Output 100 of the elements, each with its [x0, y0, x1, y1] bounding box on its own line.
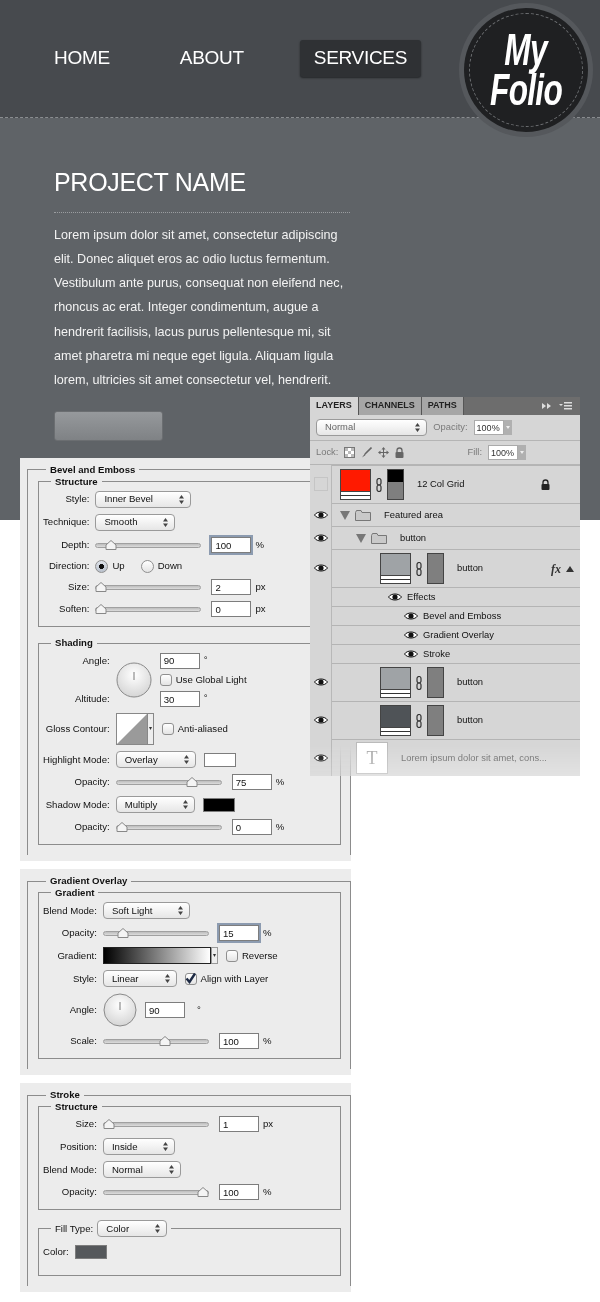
value-field[interactable]: 0 [231, 819, 272, 836]
effect-name[interactable]: Bevel and Emboss [423, 608, 502, 624]
value-field[interactable]: 15 [218, 925, 259, 942]
nav-link[interactable]: ABOUT [165, 40, 258, 77]
contour-preview[interactable] [115, 713, 154, 746]
expand-triangle-icon[interactable] [356, 533, 366, 543]
slider-thumb[interactable] [102, 1119, 115, 1130]
eye-icon[interactable] [313, 715, 328, 725]
layer-name[interactable]: button [457, 675, 484, 690]
layer-thumbnail[interactable] [380, 553, 411, 584]
panel-tab[interactable]: CHANNELS [358, 397, 422, 415]
slider-thumb[interactable] [196, 1187, 209, 1198]
brush-icon[interactable] [361, 447, 373, 458]
color-swatch[interactable] [203, 752, 236, 767]
slider-thumb[interactable] [104, 540, 117, 550]
layer-name[interactable]: button [400, 530, 427, 546]
slider[interactable] [115, 821, 222, 834]
dropdown[interactable]: Smooth [95, 514, 176, 531]
dropdown[interactable]: Normal [316, 419, 428, 436]
eye-icon[interactable] [313, 677, 328, 687]
checkerboard-icon[interactable] [344, 447, 356, 458]
gradient-preview[interactable] [102, 947, 211, 965]
dropdown[interactable]: Color [97, 1220, 168, 1238]
eye-icon[interactable] [388, 592, 402, 602]
slider-thumb[interactable] [159, 1036, 172, 1047]
eye-icon[interactable] [404, 611, 418, 621]
eye-icon[interactable] [404, 649, 418, 659]
slider[interactable] [95, 581, 202, 594]
field-label: Angle: [82, 654, 110, 669]
value-field[interactable]: 90 [144, 1002, 185, 1019]
slider[interactable] [95, 603, 202, 616]
slider-thumb[interactable] [95, 604, 108, 615]
effect-name[interactable]: Gradient Overlay [423, 627, 494, 643]
eye-icon[interactable] [313, 563, 328, 573]
layer-name[interactable]: button [457, 561, 484, 576]
layer-thumbnail[interactable] [380, 705, 411, 736]
dropdown[interactable]: Linear [102, 970, 177, 988]
value-field[interactable]: 100 [211, 537, 252, 553]
expand-triangle-icon[interactable] [340, 510, 350, 520]
angle-dial[interactable] [115, 662, 152, 699]
fill-field[interactable]: 100% [488, 445, 518, 460]
nav-link[interactable]: SERVICES [299, 40, 422, 77]
effect-name[interactable]: Effects [407, 589, 436, 605]
value-field[interactable]: 100 [218, 1184, 259, 1201]
dropdown[interactable]: Inner Bevel [95, 491, 191, 508]
effect-name[interactable]: Stroke [423, 646, 451, 662]
checkbox[interactable] [225, 949, 238, 962]
lock-icon[interactable] [395, 447, 405, 458]
value-field[interactable]: 75 [231, 774, 272, 791]
layer-name[interactable]: 12 Col Grid [417, 477, 465, 492]
layer-thumbnail[interactable] [380, 667, 411, 698]
checkbox[interactable] [184, 972, 197, 985]
caret-icon[interactable] [210, 947, 218, 965]
fast-forward-icon[interactable] [542, 403, 551, 409]
slider[interactable] [102, 927, 209, 940]
radio-button[interactable] [140, 559, 154, 573]
layer-name[interactable]: Featured area [384, 507, 443, 523]
collapse-triangle-icon[interactable] [566, 565, 574, 572]
dropdown-stub-icon[interactable] [518, 445, 526, 460]
slider-thumb[interactable] [116, 928, 129, 939]
panel-tab[interactable]: LAYERS [310, 397, 359, 415]
value-field[interactable]: 90 [159, 652, 200, 669]
dropdown[interactable]: Multiply [115, 796, 196, 814]
dropdown[interactable]: Soft Light [102, 902, 191, 920]
dropdown[interactable]: Overlay [115, 751, 196, 769]
slider-thumb[interactable] [115, 822, 128, 833]
layer-thumbnail[interactable] [340, 469, 371, 500]
blank-button[interactable] [54, 410, 163, 441]
slider[interactable] [115, 776, 222, 789]
slider[interactable] [102, 1186, 209, 1199]
slider-thumb[interactable] [186, 777, 199, 788]
checkbox[interactable] [161, 723, 174, 736]
nav-link[interactable]: HOME [40, 40, 124, 77]
opacity-field[interactable]: 100% [473, 420, 504, 435]
value-field[interactable]: 30 [159, 691, 200, 708]
field-label: Angle: [69, 1003, 97, 1018]
value-field[interactable]: 100 [218, 1033, 259, 1050]
dropdown[interactable]: Inside [102, 1138, 176, 1156]
eye-icon[interactable] [404, 630, 418, 640]
dropdown-stub-icon[interactable] [503, 420, 512, 435]
value-field[interactable]: 2 [211, 579, 252, 596]
eye-icon[interactable] [313, 509, 328, 520]
slider[interactable] [102, 1118, 209, 1131]
angle-dial[interactable] [102, 993, 137, 1028]
move-icon[interactable] [378, 447, 390, 458]
slider[interactable] [102, 1035, 209, 1048]
field-label: Blend Mode: [43, 1162, 97, 1177]
color-swatch[interactable] [203, 797, 236, 812]
eye-icon[interactable] [313, 532, 328, 543]
radio-button[interactable] [95, 559, 109, 573]
color-swatch[interactable] [74, 1245, 107, 1260]
dropdown[interactable]: Normal [102, 1161, 181, 1179]
eye-icon[interactable] [313, 752, 328, 763]
checkbox[interactable] [159, 674, 172, 687]
layer-name[interactable]: button [457, 713, 484, 728]
value-field[interactable]: 1 [218, 1116, 259, 1133]
slider-thumb[interactable] [95, 582, 108, 593]
value-field[interactable]: 0 [211, 601, 252, 618]
panel-menu-icon[interactable] [559, 402, 572, 410]
panel-tab[interactable]: PATHS [421, 397, 464, 415]
